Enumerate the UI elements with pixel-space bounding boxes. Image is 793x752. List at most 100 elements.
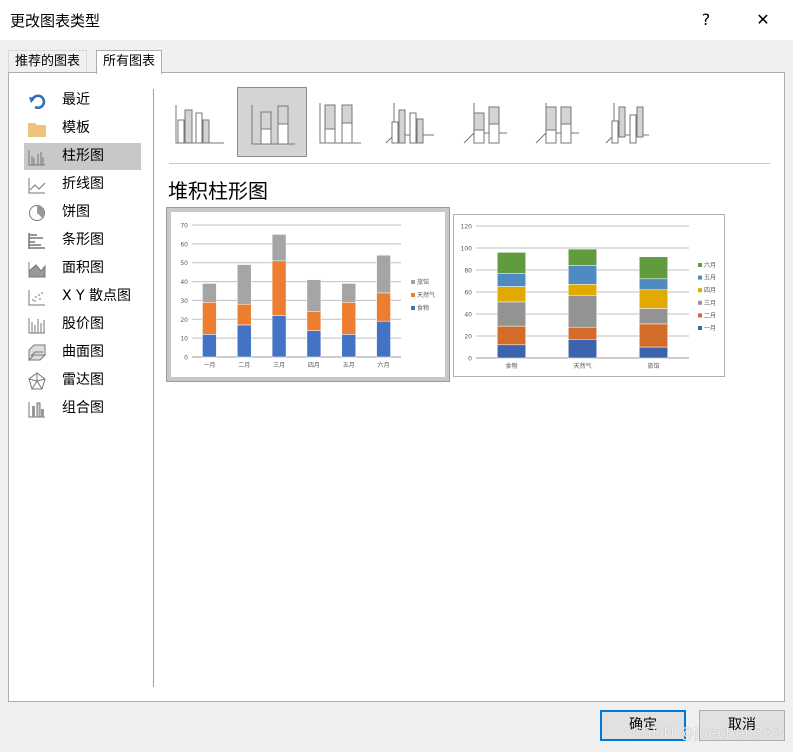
x-tick-label: 天然气 (573, 362, 591, 370)
bar-segment (202, 283, 217, 303)
sidebar-item-line-chart[interactable]: 折线图 (24, 171, 141, 198)
x-tick-label: 食物 (505, 362, 517, 370)
stacked-column-preview-chart: 0 10 20 30 40 50 60 70 一月 二月 三月 四月 五月 六月 旅馆天然气食物 (180, 223, 435, 370)
dialog-title: 更改图表类型 (10, 12, 101, 30)
percent-stacked-column-icon (319, 103, 361, 144)
sidebar-item-bar-chart[interactable]: 条形图 (24, 227, 141, 254)
legend-label: 二月 (704, 312, 716, 319)
y-tick-label: 20 (180, 317, 188, 324)
3d-column-button[interactable] (599, 87, 669, 157)
clustered-column-icon (175, 105, 224, 144)
sidebar-item-pie-chart[interactable]: 饼图 (24, 199, 141, 226)
y-tick-label: 0 (468, 356, 472, 363)
legend-swatch (411, 280, 415, 284)
scatter-chart-icon (28, 290, 45, 306)
chart-preview-1[interactable]: 0 10 20 30 40 50 60 70 一月 二月 三月 四月 五月 六月 旅馆 天然气 食物 (166, 207, 450, 382)
y-tick-label: 40 (180, 279, 188, 286)
bar-segment (497, 252, 526, 274)
bar-segment (376, 254, 391, 294)
stacked-column-icon (251, 105, 295, 145)
y-tick-label: 20 (464, 334, 472, 341)
sidebar-item-surface-chart[interactable]: 曲面图 (24, 339, 141, 366)
x-tick-label: 六月 (378, 361, 390, 369)
bar-segment (202, 302, 217, 335)
tab-all-charts[interactable]: 所有图表 (96, 50, 163, 74)
y-tick-label: 60 (464, 290, 472, 297)
3d-stacked-column-button[interactable] (457, 87, 527, 157)
y-tick-label: 70 (180, 223, 188, 230)
legend-swatch (698, 288, 702, 293)
legend-swatch (411, 306, 415, 310)
chart-subtype-heading: 堆积柱形图 (168, 179, 268, 203)
sidebar-item-label: X Y 散点图 (62, 288, 132, 304)
tab-recommended-charts[interactable]: 推荐的图表 (8, 50, 88, 73)
sidebar-item-folder[interactable]: 模板 (24, 115, 141, 142)
bar-chart-icon (28, 233, 45, 249)
3d-clustered-column-button[interactable] (379, 87, 449, 157)
bar-segment (271, 234, 287, 262)
folder-icon (28, 123, 46, 137)
combo-chart-icon (28, 402, 45, 418)
recent-icon (29, 94, 46, 109)
legend-swatch (698, 275, 702, 280)
sidebar-item-area-chart[interactable]: 面积图 (24, 255, 141, 282)
close-button[interactable]: ✕ (743, 6, 783, 34)
sidebar-item-label: 曲面图 (62, 344, 104, 360)
sidebar-item-radar-chart[interactable]: 雷达图 (24, 367, 141, 394)
bar-segment (376, 320, 391, 358)
radar-chart-icon (28, 372, 46, 390)
bar-segment (341, 283, 356, 303)
3d-stacked-column-icon (463, 103, 507, 144)
legend-swatch (698, 300, 702, 305)
sidebar-item-label: 折线图 (62, 176, 104, 192)
bar-segment (376, 292, 391, 322)
sidebar-item-stock-chart[interactable]: 股价图 (24, 311, 141, 338)
sidebar-item-label: 条形图 (62, 232, 104, 248)
legend-swatch (698, 313, 702, 318)
bar-segment (639, 256, 668, 280)
stacked-column-button[interactable] (237, 87, 307, 157)
bar-segment (497, 301, 526, 327)
sidebar-item-label: 面积图 (62, 260, 104, 276)
help-button[interactable]: ? (686, 6, 726, 34)
bar-segment (271, 315, 287, 358)
y-tick-label: 40 (464, 312, 472, 319)
3d-clustered-column-icon (385, 103, 434, 144)
legend-swatch (698, 326, 702, 330)
watermark: CSDN @juechen333 (632, 724, 783, 742)
3d-percent-stacked-column-button[interactable] (529, 87, 599, 157)
divider (169, 163, 770, 164)
clustered-column-button[interactable] (169, 87, 239, 157)
sidebar-item-label: 饼图 (62, 204, 90, 220)
bar-segment (568, 248, 597, 266)
stacked-column-preview-chart-switched: 0 20 40 60 80 100 120 食物 天然气 旅馆 六月五月四月三月二月一月 (461, 224, 716, 371)
title-bar: 更改图表类型 ? ✕ (0, 0, 793, 40)
bar-segment (341, 302, 356, 335)
x-tick-label: 四月 (308, 362, 320, 369)
sidebar-item-label: 组合图 (62, 400, 104, 416)
bar-segment (568, 339, 597, 359)
bar-segment (306, 311, 322, 331)
chart-preview-2[interactable]: 0 20 40 60 80 100 120 食物 天然气 旅馆 六月 五月 四月 三月 二月 一月 (453, 214, 725, 377)
legend-label: 食物 (417, 304, 429, 312)
sidebar-item-combo-chart[interactable]: 组合图 (24, 395, 141, 422)
x-tick-label: 旅馆 (647, 362, 659, 370)
bar-segment (568, 295, 597, 328)
bar-segment (202, 334, 217, 358)
x-tick-label: 二月 (238, 362, 250, 369)
column-chart-icon (28, 150, 45, 166)
bar-segment (639, 289, 668, 309)
percent-stacked-column-button[interactable] (306, 87, 376, 157)
legend-label: 四月 (704, 287, 716, 294)
sidebar-item-recent[interactable]: 最近 (24, 87, 141, 114)
chart-type-panel: 最近 模板 柱形图折线图饼图条形图面积图 X Y 散点图股价图曲面图雷达图组合图 堆积… (8, 72, 785, 702)
pie-chart-icon (29, 205, 45, 221)
bar-segment (237, 264, 252, 305)
bar-segment (306, 330, 322, 358)
sidebar-item-column-chart[interactable]: 柱形图 (24, 143, 141, 170)
y-tick-label: 80 (464, 268, 472, 275)
bar-segment (237, 324, 252, 358)
sidebar-item-label: 雷达图 (62, 372, 104, 388)
sidebar-item-scatter-chart[interactable]: X Y 散点图 (24, 283, 141, 310)
bar-segment (497, 325, 526, 346)
